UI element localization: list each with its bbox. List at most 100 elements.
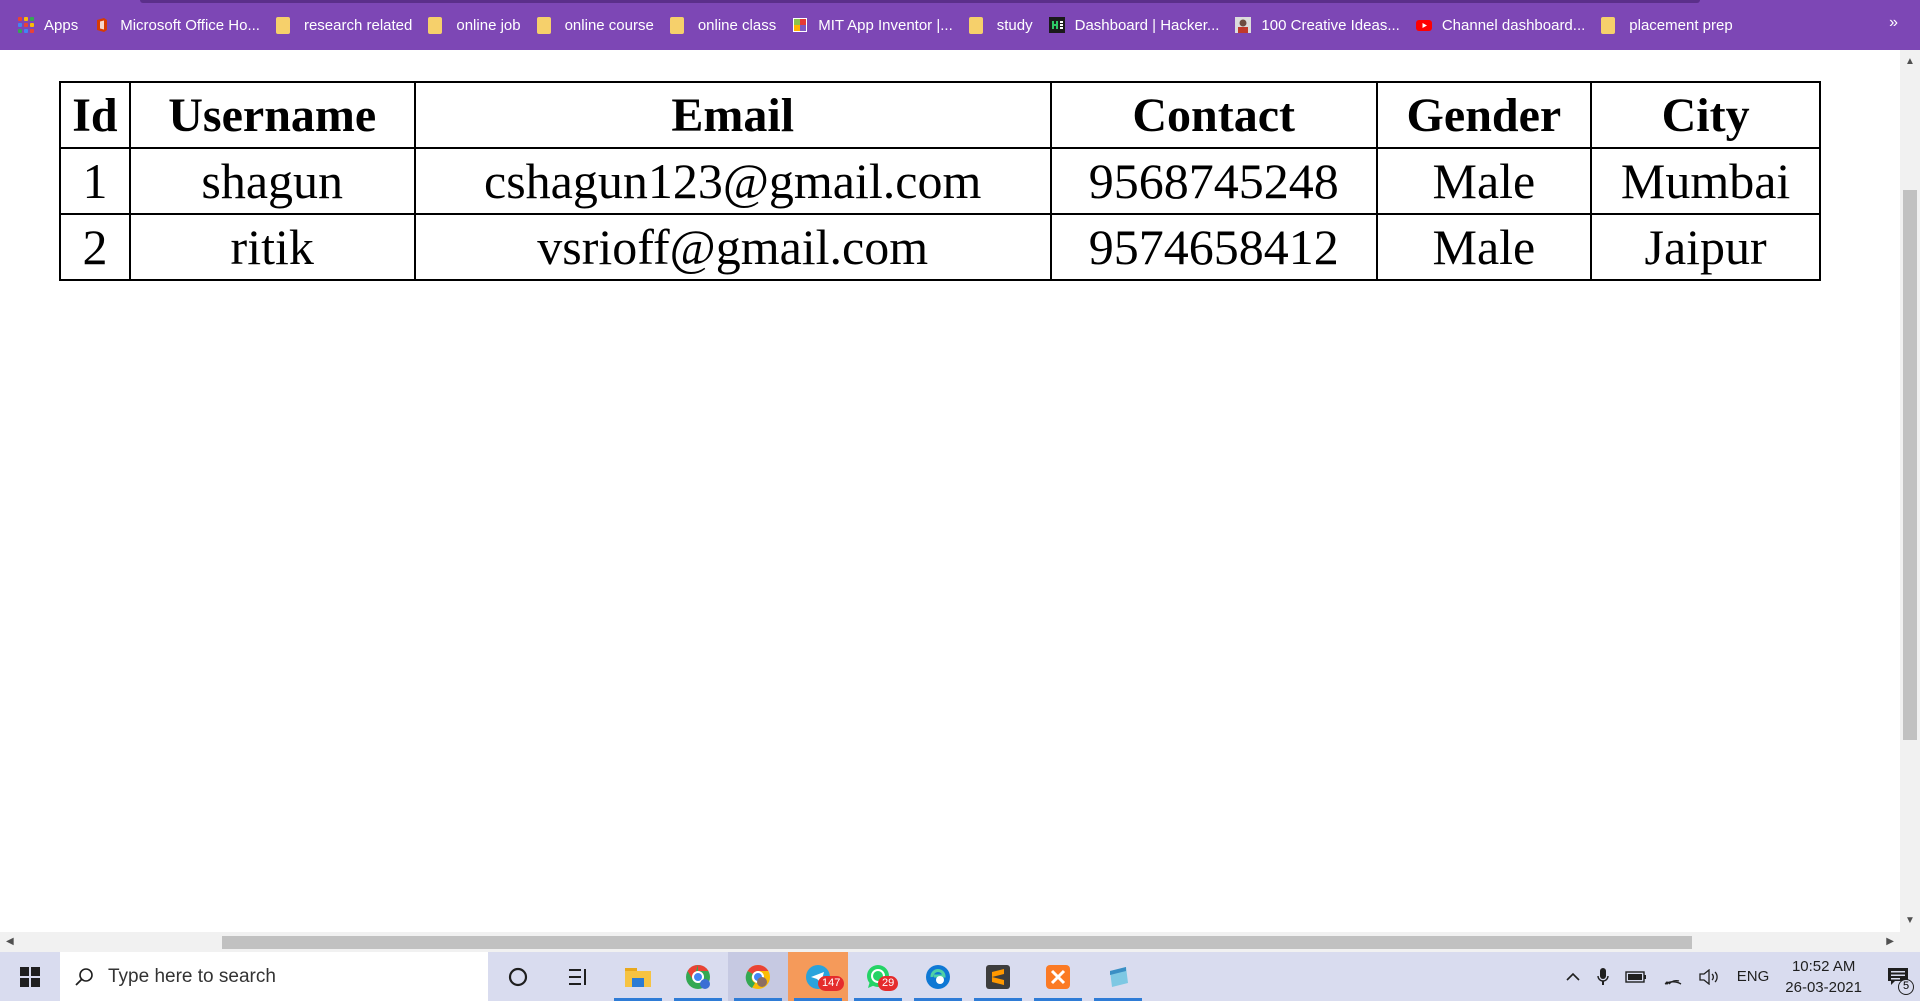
folder-icon [669,16,684,34]
taskbar-app-edge[interactable] [908,952,968,1001]
scroll-up-arrow-icon[interactable]: ▲ [1905,56,1915,67]
vertical-scroll-thumb[interactable] [1903,190,1917,740]
clock-time: 10:52 AM [1791,957,1856,975]
bookmark-label: Apps [44,16,79,34]
bookmark-online-class[interactable]: online class [669,0,792,50]
wifi-icon[interactable] [1663,969,1683,985]
chrome-icon [745,964,770,989]
cell-username: shagun [128,147,416,215]
unread-badge: 29 [878,976,899,991]
cell-contact: 9568745248 [1049,147,1378,215]
scroll-down-arrow-icon[interactable]: ▼ [1905,915,1915,926]
task-view-button[interactable] [548,952,608,1001]
avatar-icon [1235,17,1252,33]
taskbar-app-chrome[interactable] [728,952,788,1001]
users-table: Id Username Email Contact Gender City 1 … [59,81,1821,281]
scroll-right-arrow-icon[interactable]: ▶ [1886,936,1894,947]
bookmarks-bar: Apps Microsoft Office Ho... research rel… [0,0,1920,50]
cortana-button[interactable] [488,952,548,1001]
microphone-icon[interactable] [1597,967,1609,987]
horizontal-scrollbar[interactable]: ◀ ▶ [0,932,1900,952]
windows-taskbar: Type here to search 147 29 ENG 10:52 AM … [0,952,1920,1001]
bookmark-microsoft-office[interactable]: Microsoft Office Ho... [94,0,276,50]
hackerearth-icon [1048,17,1065,33]
table-row: 2 ritik vsrioff@gmail.com 9574658412 Mal… [59,213,1821,281]
sublime-text-icon [986,964,1010,989]
taskbar-search-box[interactable]: Type here to search [60,952,488,1001]
clock-date: 26-03-2021 [1785,978,1862,996]
taskbar-app-xampp[interactable] [1028,952,1088,1001]
chrome-profile-icon [686,964,710,989]
column-header-gender: Gender [1375,81,1593,149]
notification-count-badge: 5 [1898,979,1914,995]
bookmark-label: online class [697,16,777,34]
folder-icon [275,16,290,34]
bookmark-label: Dashboard | Hacker... [1074,16,1220,34]
system-tray: ENG 10:52 AM 26-03-2021 5 [1557,952,1920,1001]
bookmark-label: research related [303,16,413,34]
more-bookmarks-button[interactable]: » [1889,14,1898,32]
table-header-row: Id Username Email Contact Gender City [59,81,1821,149]
bookmark-label: Microsoft Office Ho... [120,16,260,34]
scrollbar-corner [1900,932,1920,952]
bookmark-research-related[interactable]: research related [275,0,428,50]
battery-icon[interactable] [1625,970,1647,983]
column-header-city: City [1590,81,1821,149]
apps-grid-icon [18,17,34,33]
cell-username: ritik [128,213,416,281]
search-icon [75,967,93,986]
unread-badge: 147 [818,976,845,991]
column-header-email: Email [413,81,1052,149]
cell-gender: Male [1375,147,1593,215]
notepad-icon [1110,966,1128,987]
cortana-icon [508,967,528,986]
taskbar-app-sublime-text[interactable] [968,952,1028,1001]
bookmark-label: Channel dashboard... [1441,16,1586,34]
bookmark-study[interactable]: study [968,0,1049,50]
cell-gender: Male [1375,213,1593,281]
bookmark-apps[interactable]: Apps [18,0,94,50]
horizontal-scroll-thumb[interactable] [222,936,1692,949]
taskbar-app-file-explorer[interactable] [608,952,668,1001]
folder-icon [536,16,551,34]
volume-icon[interactable] [1699,968,1721,985]
cell-id: 1 [59,147,131,215]
start-button[interactable] [0,952,60,1001]
cell-city: Jaipur [1590,213,1821,281]
page-content: Id Username Email Contact Gender City 1 … [0,50,1900,932]
app-inventor-icon [793,18,808,32]
bookmark-online-course[interactable]: online course [536,0,670,50]
scroll-left-arrow-icon[interactable]: ◀ [6,936,14,947]
taskbar-app-notepad[interactable] [1088,952,1148,1001]
notification-center-button[interactable]: 5 [1876,952,1920,1001]
column-header-contact: Contact [1049,81,1378,149]
taskbar-app-chrome-profile[interactable] [668,952,728,1001]
folder-icon [428,16,443,34]
vertical-scrollbar[interactable]: ▲ ▼ [1900,50,1920,932]
clock[interactable]: 10:52 AM 26-03-2021 [1785,956,1862,998]
bookmark-label: 100 Creative Ideas... [1261,16,1400,34]
bookmark-label: online course [564,16,654,34]
tab-strip-edge [140,0,1700,3]
folder-icon [1601,16,1616,34]
bookmark-hackerearth-dashboard[interactable]: Dashboard | Hacker... [1048,0,1236,50]
youtube-icon [1415,20,1432,31]
taskbar-app-telegram[interactable]: 147 [788,952,848,1001]
bookmark-placement-prep[interactable]: placement prep [1601,0,1748,50]
language-indicator[interactable]: ENG [1737,968,1770,985]
bookmark-100-creative-ideas[interactable]: 100 Creative Ideas... [1235,0,1415,50]
show-hidden-icons-chevron-up-icon[interactable] [1565,972,1581,982]
bookmark-label: placement prep [1629,16,1733,34]
xampp-icon [1046,964,1070,989]
cell-city: Mumbai [1590,147,1821,215]
cell-email: cshagun123@gmail.com [413,147,1052,215]
bookmark-label: MIT App Inventor |... [818,16,953,34]
file-explorer-icon [625,967,651,987]
bookmark-label: online job [456,16,521,34]
bookmark-channel-dashboard[interactable]: Channel dashboard... [1415,0,1601,50]
table-row: 1 shagun cshagun123@gmail.com 9568745248… [59,147,1821,215]
bookmark-mit-app-inventor[interactable]: MIT App Inventor |... [792,0,969,50]
column-header-id: Id [59,81,131,149]
bookmark-online-job[interactable]: online job [428,0,536,50]
taskbar-app-whatsapp[interactable]: 29 [848,952,908,1001]
